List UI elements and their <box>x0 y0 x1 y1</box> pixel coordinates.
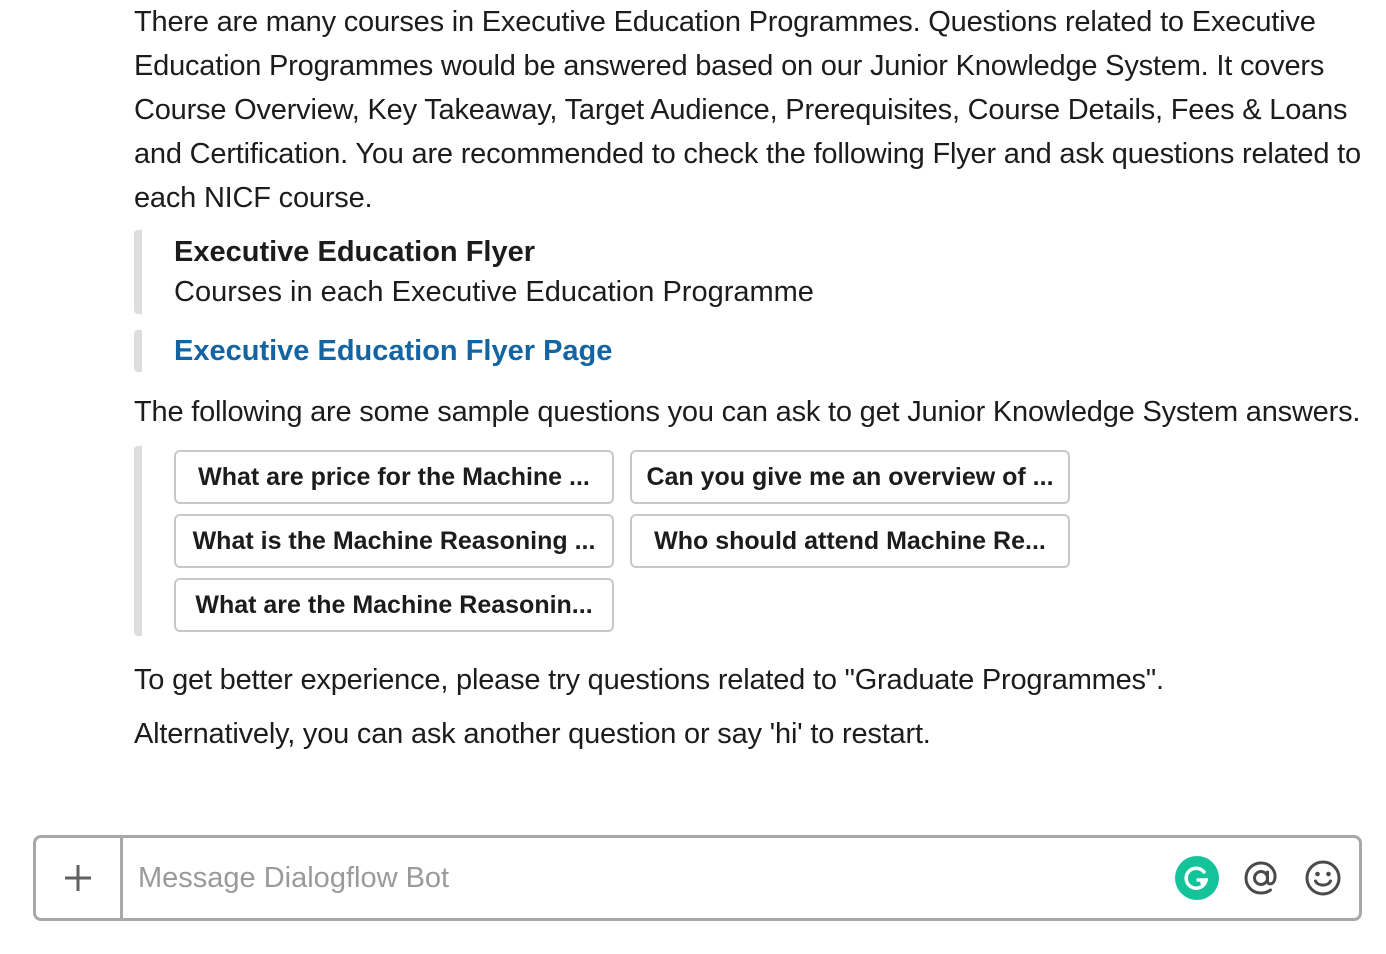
flyer-subtitle: Courses in each Executive Education Prog… <box>174 276 814 308</box>
flyer-attachment: Executive Education Flyer Courses in eac… <box>134 230 1366 314</box>
sample-questions-block: What are price for the Machine ... Can y… <box>134 446 1366 636</box>
plus-icon <box>65 865 91 891</box>
flyer-link-attachment: Executive Education Flyer Page <box>134 330 1366 372</box>
sample-questions-intro: The following are some sample questions … <box>134 396 1361 428</box>
restart-text: Alternatively, you can ask another quest… <box>134 718 931 750</box>
question-button-grid: What are price for the Machine ... Can y… <box>174 450 1366 632</box>
question-button-what-is[interactable]: What is the Machine Reasoning ... <box>174 514 614 568</box>
flyer-page-link[interactable]: Executive Education Flyer Page <box>174 335 612 368</box>
intro-text: There are many courses in Executive Educ… <box>134 6 1361 214</box>
message-composer <box>33 835 1362 921</box>
question-button-who-attend[interactable]: Who should attend Machine Re... <box>630 514 1070 568</box>
emoji-button[interactable] <box>1303 858 1343 898</box>
mention-button[interactable] <box>1241 858 1281 898</box>
grammarly-icon <box>1184 866 1209 890</box>
suggestion-text: To get better experience, please try que… <box>134 664 1164 696</box>
message-input[interactable] <box>123 838 1175 918</box>
question-button-overview[interactable]: Can you give me an overview of ... <box>630 450 1070 504</box>
add-attachment-button[interactable] <box>36 838 123 918</box>
smiley-icon <box>1305 860 1341 896</box>
chat-view: There are many courses in Executive Educ… <box>0 0 1386 954</box>
composer-tools <box>1175 838 1359 918</box>
question-button-what-are[interactable]: What are the Machine Reasonin... <box>174 578 614 632</box>
flyer-title: Executive Education Flyer <box>174 236 536 268</box>
question-button-price[interactable]: What are price for the Machine ... <box>174 450 614 504</box>
grammarly-button[interactable] <box>1175 856 1219 900</box>
bot-message: There are many courses in Executive Educ… <box>134 0 1366 756</box>
at-sign-icon <box>1244 861 1277 895</box>
